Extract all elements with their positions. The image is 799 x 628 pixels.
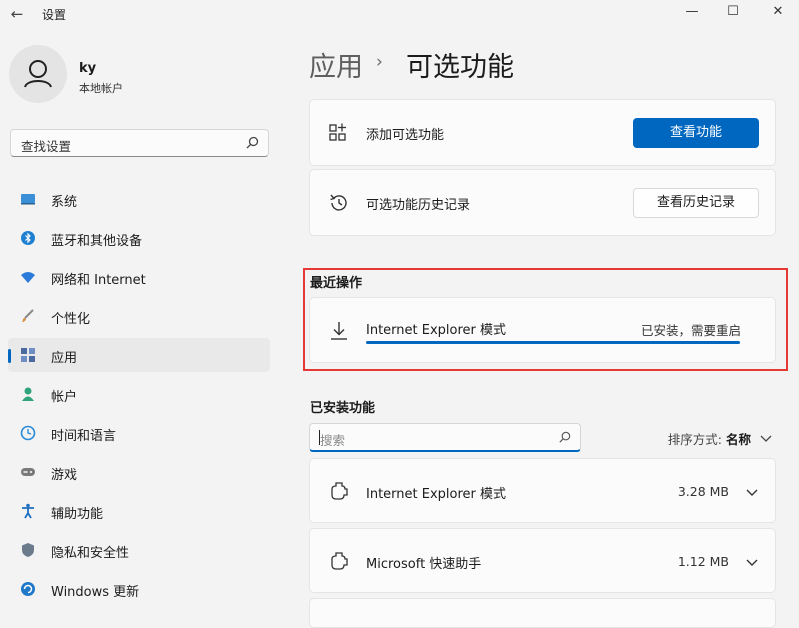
- sidebar-item-label: 帐户: [51, 390, 78, 405]
- sort-label: 排序方式:: [667, 432, 723, 447]
- sidebar-item-bluetooth[interactable]: 蓝牙和其他设备: [8, 221, 270, 255]
- sort-value: 名称: [726, 432, 752, 447]
- installed-item-size: 3.28 MB: [677, 484, 729, 499]
- puzzle-gear-icon: [331, 482, 348, 500]
- close-button[interactable]: ✕: [766, 2, 790, 22]
- installed-item-row[interactable]: [309, 598, 776, 628]
- page-title: 可选功能: [406, 52, 514, 83]
- minimize-button[interactable]: —: [680, 2, 704, 22]
- account-icon: [22, 387, 34, 401]
- monitor-icon: [21, 194, 35, 205]
- search-icon: [559, 431, 571, 443]
- sidebar-item-label: 个性化: [51, 312, 91, 327]
- sidebar-item-windows-update[interactable]: Windows 更新: [8, 572, 270, 606]
- sidebar-item-label: 应用: [51, 351, 78, 366]
- wifi-icon: [21, 272, 35, 283]
- highlight-box: [303, 268, 788, 371]
- shield-icon: [22, 543, 34, 557]
- installed-item-row[interactable]: Internet Explorer 模式 3.28 MB: [309, 458, 776, 523]
- search-icon: [246, 136, 259, 149]
- view-history-button[interactable]: 查看历史记录: [633, 188, 759, 218]
- sidebar-item-network[interactable]: 网络和 Internet: [8, 260, 270, 294]
- installed-heading: 已安装功能: [310, 401, 376, 416]
- sidebar-item-gaming[interactable]: 游戏: [8, 455, 270, 489]
- brush-icon: [22, 309, 34, 322]
- sidebar-item-label: 隐私和安全性: [51, 546, 130, 561]
- sidebar-item-label: 游戏: [51, 468, 78, 483]
- installed-search-placeholder: 搜索: [320, 433, 346, 448]
- back-arrow-icon[interactable]: ←: [8, 5, 26, 23]
- maximize-button[interactable]: ☐: [721, 2, 745, 22]
- chevron-down-icon[interactable]: [745, 556, 759, 570]
- installed-item-name: Microsoft 快速助手: [366, 557, 482, 572]
- add-feature-card: 添加可选功能 查看功能: [309, 99, 776, 166]
- app-title: 设置: [42, 8, 67, 22]
- sidebar-item-label: 辅助功能: [51, 507, 104, 522]
- user-account-type: 本地帐户: [79, 82, 123, 95]
- gamepad-icon: [21, 468, 35, 476]
- search-placeholder: 查找设置: [21, 139, 72, 154]
- person-icon: [24, 60, 52, 88]
- selection-indicator: [8, 349, 11, 363]
- add-grid-icon: [329, 123, 346, 141]
- sidebar-item-label: 时间和语言: [51, 429, 117, 444]
- bluetooth-icon: [21, 231, 35, 245]
- sidebar-item-privacy[interactable]: 隐私和安全性: [8, 533, 270, 567]
- installed-item-row[interactable]: Microsoft 快速助手 1.12 MB: [309, 528, 776, 593]
- sidebar-item-time-language[interactable]: 时间和语言: [8, 416, 270, 450]
- chevron-down-icon[interactable]: [745, 486, 759, 500]
- breadcrumb-separator: ›: [376, 52, 383, 72]
- puzzle-gear-icon: [331, 552, 348, 570]
- installed-item-name: Internet Explorer 模式: [366, 487, 507, 502]
- sort-dropdown[interactable]: 排序方式: 名称: [668, 429, 773, 448]
- add-feature-label: 添加可选功能: [366, 128, 445, 143]
- history-card: 可选功能历史记录 查看历史记录: [309, 169, 776, 236]
- sidebar-item-personalization[interactable]: 个性化: [8, 299, 270, 333]
- settings-search-input[interactable]: 查找设置: [10, 129, 269, 157]
- accessibility-icon: [22, 503, 34, 519]
- sidebar-item-label: 网络和 Internet: [51, 273, 146, 288]
- history-label: 可选功能历史记录: [366, 198, 471, 213]
- installed-item-size: 1.12 MB: [677, 554, 729, 569]
- sidebar-item-accessibility[interactable]: 辅助功能: [8, 494, 270, 528]
- sidebar-item-label: Windows 更新: [51, 585, 140, 600]
- history-icon: [330, 194, 347, 211]
- sidebar-item-label: 系统: [51, 195, 78, 210]
- breadcrumb-parent[interactable]: 应用: [309, 45, 363, 84]
- title-bar: ← 设置 — ☐ ✕: [0, 0, 799, 30]
- sidebar-item-label: 蓝牙和其他设备: [51, 234, 143, 249]
- avatar[interactable]: [9, 45, 67, 103]
- sidebar-item-system[interactable]: 系统: [8, 182, 270, 216]
- clock-globe-icon: [20, 425, 36, 441]
- sidebar-item-apps[interactable]: 应用: [8, 338, 270, 372]
- chevron-down-icon: [760, 435, 772, 442]
- view-features-button[interactable]: 查看功能: [633, 118, 759, 148]
- user-name: ky: [79, 61, 97, 76]
- update-icon: [21, 582, 35, 596]
- apps-icon: [21, 348, 35, 362]
- installed-search-input[interactable]: 搜索: [309, 423, 581, 452]
- sidebar-item-accounts[interactable]: 帐户: [8, 377, 270, 411]
